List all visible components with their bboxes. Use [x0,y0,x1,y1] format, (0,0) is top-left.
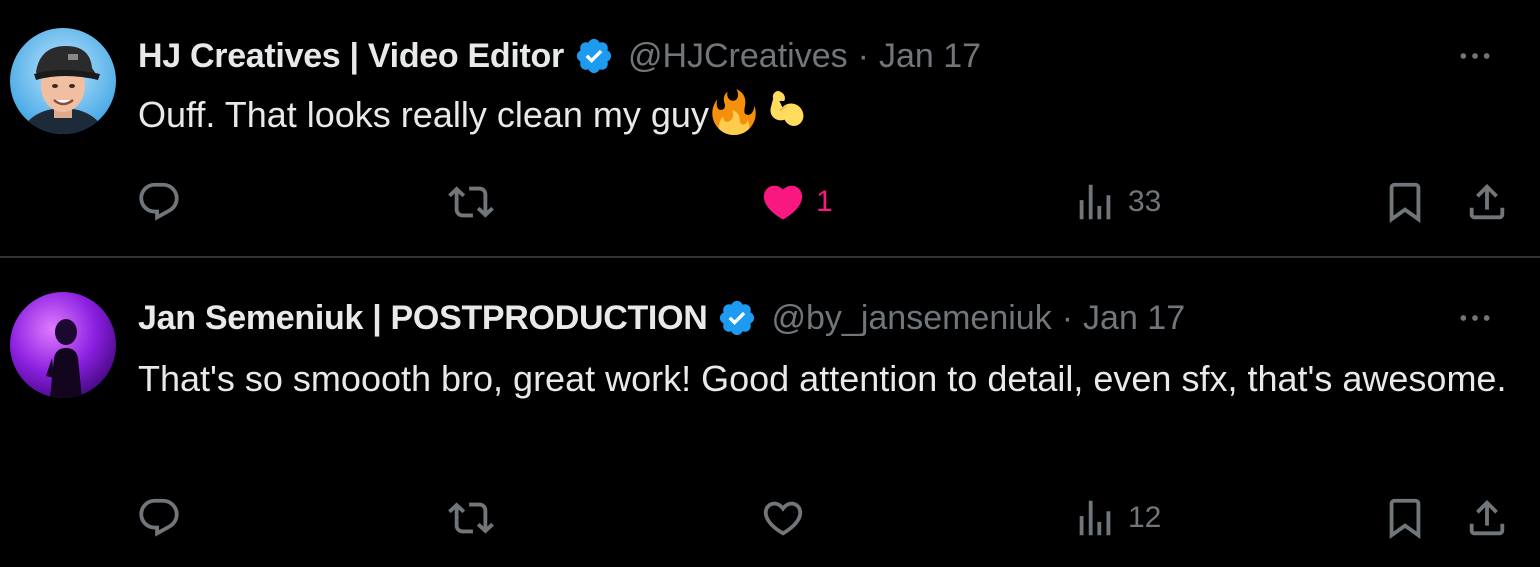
tweet-header: Jan Semeniuk | POSTPRODUCTION @by_jansem… [138,294,1500,342]
tweet-text-content: Ouff. That looks really clean my guy [138,94,709,135]
handle[interactable]: @HJCreatives [628,37,848,76]
share-button[interactable] [1464,488,1510,548]
bookmark-button[interactable] [1382,172,1428,232]
reply-icon [139,182,179,221]
display-name[interactable]: HJ Creatives | Video Editor [138,37,564,76]
heart-icon [763,501,803,536]
tweet-text: Ouff. That looks really clean my guy [138,88,1512,142]
heart-icon [763,185,803,220]
tweet[interactable]: HJ Creatives | Video Editor @HJCreatives… [0,0,1540,258]
like-button[interactable] [760,488,816,548]
reply-button[interactable] [136,488,192,548]
handle[interactable]: @by_jansemeniuk [771,299,1051,338]
tweet-header: HJ Creatives | Video Editor @HJCreatives… [138,32,1500,80]
verified-badge-icon[interactable] [574,36,614,76]
retweet-button[interactable] [448,488,504,548]
views-icon [1079,500,1111,536]
retweet-icon [448,186,494,218]
fire-emoji [712,89,756,135]
more-icon [1460,53,1490,59]
bookmark-button[interactable] [1382,488,1428,548]
verified-badge-icon[interactable] [717,298,757,338]
tweet-text-content: That's so smoooth bro, great work! Good … [138,358,1507,399]
tweet[interactable]: Jan Semeniuk | POSTPRODUCTION @by_jansem… [0,260,1540,567]
avatar-image [10,292,116,398]
reply-feed: HJ Creatives | Video Editor @HJCreatives… [0,0,1540,567]
action-bar: 1 33 [0,172,1540,232]
tweet-text: That's so smoooth bro, great work! Good … [138,352,1512,406]
flexed-biceps-emoji [770,90,804,126]
reply-icon [139,498,179,537]
timestamp[interactable]: Jan 17 [1083,299,1185,338]
retweet-button[interactable] [448,172,504,232]
views-count: 12 [1128,501,1162,534]
action-bar: 12 [0,488,1540,548]
more-button[interactable] [1450,294,1500,342]
display-name[interactable]: Jan Semeniuk | POSTPRODUCTION [138,299,708,338]
reply-button[interactable] [136,172,192,232]
like-count: 1 [816,185,833,218]
views-button[interactable]: 12 [1072,488,1161,548]
avatar-image [10,28,116,134]
avatar[interactable] [10,292,116,398]
avatar[interactable] [10,28,116,134]
separator-dot: · [1061,298,1074,337]
separator-dot: · [857,36,869,75]
share-icon [1469,499,1505,536]
retweet-icon [448,502,494,534]
bookmark-icon [1389,498,1421,539]
views-icon [1079,184,1111,220]
bookmark-icon [1389,182,1421,223]
timestamp[interactable]: Jan 17 [879,37,981,76]
more-icon [1460,315,1490,321]
views-button[interactable]: 33 [1072,172,1161,232]
views-count: 33 [1128,185,1162,218]
share-button[interactable] [1464,172,1510,232]
like-button[interactable]: 1 [760,172,833,232]
share-icon [1469,183,1505,220]
more-button[interactable] [1450,32,1500,80]
